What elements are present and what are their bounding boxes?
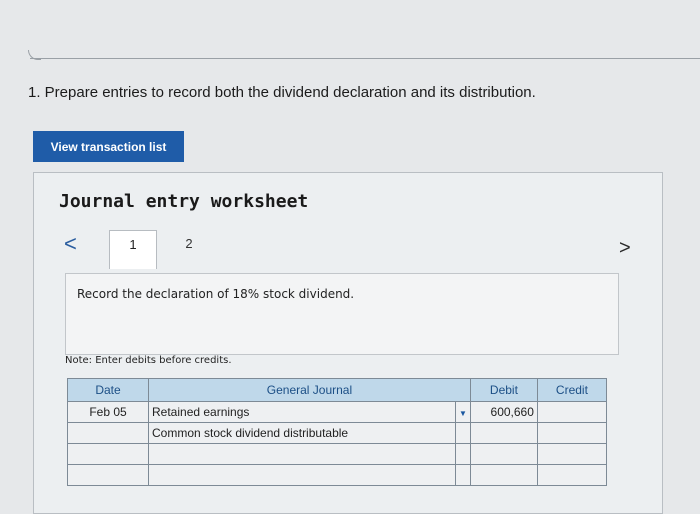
account-dropdown[interactable]: ▼ bbox=[455, 401, 471, 423]
worksheet-title: Journal entry worksheet bbox=[59, 191, 309, 212]
account-cell[interactable]: Common stock dividend distributable bbox=[148, 422, 456, 444]
previous-arrow-icon[interactable]: < bbox=[64, 231, 77, 257]
table-row bbox=[67, 464, 607, 486]
header-credit: Credit bbox=[536, 378, 607, 402]
credit-cell[interactable] bbox=[536, 422, 607, 444]
next-arrow-icon[interactable]: > bbox=[619, 237, 631, 260]
table-row: Common stock dividend distributable bbox=[67, 422, 607, 444]
date-cell[interactable] bbox=[67, 443, 149, 465]
journal-header-row: Date General Journal Debit Credit bbox=[67, 378, 607, 402]
header-debit: Debit bbox=[469, 378, 538, 402]
account-dropdown[interactable] bbox=[455, 443, 471, 465]
table-row: Feb 05 Retained earnings ▼ 600,660 bbox=[67, 401, 607, 423]
account-cell[interactable] bbox=[148, 464, 456, 486]
credit-cell[interactable] bbox=[536, 464, 607, 486]
instruction-box: Record the declaration of 18% stock divi… bbox=[65, 273, 619, 355]
account-dropdown[interactable] bbox=[455, 422, 471, 444]
debit-cell[interactable] bbox=[469, 443, 538, 465]
debit-cell[interactable]: 600,660 bbox=[469, 401, 538, 423]
tab-2[interactable]: 2 bbox=[166, 230, 212, 268]
credit-cell[interactable] bbox=[536, 401, 607, 423]
header-general-journal: General Journal bbox=[148, 378, 471, 402]
note-text: Note: Enter debits before credits. bbox=[65, 355, 232, 366]
top-divider bbox=[30, 58, 700, 59]
account-cell[interactable] bbox=[148, 443, 456, 465]
view-transaction-list-button[interactable]: View transaction list bbox=[33, 131, 184, 162]
instruction-text: Record the declaration of 18% stock divi… bbox=[77, 287, 355, 301]
date-cell[interactable] bbox=[67, 464, 149, 486]
journal-table: Date General Journal Debit Credit Feb 05… bbox=[67, 378, 607, 486]
debit-cell[interactable] bbox=[469, 422, 538, 444]
account-dropdown[interactable] bbox=[455, 464, 471, 486]
account-cell[interactable]: Retained earnings bbox=[148, 401, 456, 423]
table-row bbox=[67, 443, 607, 465]
tab-1[interactable]: 1 bbox=[109, 230, 157, 269]
date-cell[interactable] bbox=[67, 422, 149, 444]
chevron-down-icon: ▼ bbox=[459, 409, 467, 418]
debit-cell[interactable] bbox=[469, 464, 538, 486]
credit-cell[interactable] bbox=[536, 443, 607, 465]
question-text: 1. Prepare entries to record both the di… bbox=[28, 84, 536, 101]
date-cell[interactable]: Feb 05 bbox=[67, 401, 149, 423]
journal-entry-worksheet: Journal entry worksheet < 1 2 > Record t… bbox=[33, 172, 663, 514]
header-date: Date bbox=[67, 378, 149, 402]
